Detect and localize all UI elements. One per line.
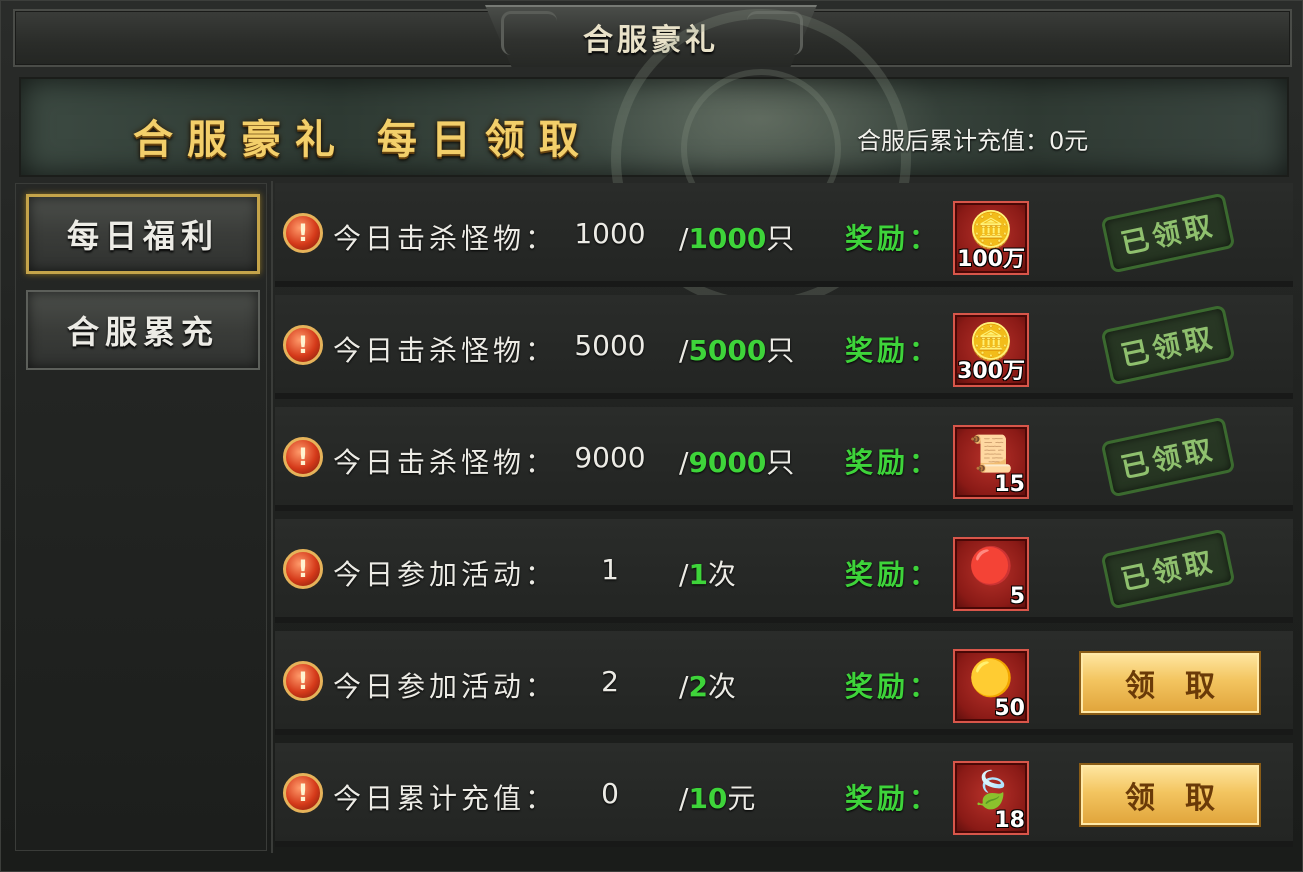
- reward-item-slot[interactable]: 🪙 100万: [953, 201, 1029, 275]
- claim-button[interactable]: 领取: [1079, 763, 1261, 827]
- task-target: /2次: [679, 665, 736, 705]
- claimed-stamp: 已领取: [1100, 528, 1236, 610]
- task-target: /1次: [679, 553, 736, 593]
- reward-label: 奖励：: [845, 334, 942, 367]
- task-current-value: 5000: [574, 329, 646, 362]
- alert-icon: !: [283, 661, 323, 701]
- alert-icon: !: [283, 325, 323, 365]
- task-row: ! 今日参加活动： 1 /1次 奖励： 🔴 5 已领取: [275, 519, 1293, 623]
- task-target: /1000只: [679, 217, 794, 257]
- task-target: /10元: [679, 777, 755, 817]
- task-list: ! 今日击杀怪物： 1000 /1000只 奖励： 🪙 100万 已领取 ! 今…: [271, 181, 1293, 853]
- reward-item-slot[interactable]: 📜 15: [953, 425, 1029, 499]
- target-unit: 次: [707, 558, 736, 591]
- task-label: 今日累计充值：: [333, 782, 558, 815]
- claimed-stamp: 已领取: [1100, 416, 1236, 498]
- alert-icon: !: [283, 549, 323, 589]
- task-current-value: 9000: [574, 441, 646, 474]
- banner-title: 合服豪礼 每日领取: [133, 117, 593, 163]
- reward-label: 奖励：: [845, 446, 942, 479]
- target-value: 2: [688, 670, 708, 703]
- reward-label: 奖励：: [845, 670, 942, 703]
- claimed-stamp: 已领取: [1100, 192, 1236, 274]
- reward-label: 奖励：: [845, 558, 942, 591]
- task-current-value: 1000: [574, 217, 646, 250]
- scroll-icon: 📜: [968, 434, 1014, 475]
- red-orb-icon: 🔴: [968, 546, 1014, 587]
- green-leaf-icon: 🍃: [968, 770, 1014, 811]
- merge-gift-panel: 合服豪礼 合服豪礼 每日领取 合服后累计充值：0元 每日福利 合服累充 ! 今日…: [0, 0, 1303, 872]
- target-value: 1000: [688, 222, 767, 255]
- reward-item-quantity: 18: [994, 808, 1025, 833]
- reward-item-quantity: 300万: [957, 359, 1025, 384]
- task-row: ! 今日击杀怪物： 5000 /5000只 奖励： 🪙 300万 已领取: [275, 295, 1293, 399]
- task-row: ! 今日击杀怪物： 9000 /9000只 奖励： 📜 15 已领取: [275, 407, 1293, 511]
- task-label: 今日击杀怪物：: [333, 446, 558, 479]
- sidebar: 每日福利 合服累充: [15, 183, 267, 851]
- target-value: 9000: [688, 446, 767, 479]
- target-unit: 只: [766, 222, 795, 255]
- reward-item-quantity: 50: [994, 696, 1025, 721]
- tab-daily-benefits[interactable]: 每日福利: [26, 194, 260, 274]
- alert-icon: !: [283, 437, 323, 477]
- task-current-value: 2: [601, 665, 619, 698]
- task-target: /5000只: [679, 329, 794, 369]
- task-label: 今日击杀怪物：: [333, 334, 558, 367]
- target-value: 1: [688, 558, 708, 591]
- task-label: 今日参加活动：: [333, 670, 558, 703]
- alert-icon: !: [283, 213, 323, 253]
- alert-icon: !: [283, 773, 323, 813]
- task-label: 今日击杀怪物：: [333, 222, 558, 255]
- task-target: /9000只: [679, 441, 794, 481]
- claim-button[interactable]: 领取: [1079, 651, 1261, 715]
- claimed-stamp: 已领取: [1100, 304, 1236, 386]
- total-recharge-stat: 合服后累计充值：0元: [857, 127, 1089, 155]
- target-value: 5000: [688, 334, 767, 367]
- target-unit: 只: [766, 334, 795, 367]
- reward-item-quantity: 100万: [957, 247, 1025, 272]
- banner: 合服豪礼 每日领取 合服后累计充值：0元: [19, 9, 1289, 309]
- target-unit: 元: [727, 782, 756, 815]
- reward-label: 奖励：: [845, 782, 942, 815]
- target-unit: 只: [766, 446, 795, 479]
- task-row: ! 今日累计充值： 0 /10元 奖励： 🍃 18 领取: [275, 743, 1293, 847]
- tab-merge-recharge[interactable]: 合服累充: [26, 290, 260, 370]
- task-row: ! 今日参加活动： 2 /2次 奖励： 🟡 50 领取: [275, 631, 1293, 735]
- reward-item-slot[interactable]: 🔴 5: [953, 537, 1029, 611]
- reward-item-quantity: 5: [1009, 584, 1025, 609]
- gold-coin-icon: 🟡: [968, 658, 1014, 699]
- task-row: ! 今日击杀怪物： 1000 /1000只 奖励： 🪙 100万 已领取: [275, 183, 1293, 287]
- reward-item-slot[interactable]: 🪙 300万: [953, 313, 1029, 387]
- reward-item-quantity: 15: [994, 472, 1025, 497]
- reward-item-slot[interactable]: 🟡 50: [953, 649, 1029, 723]
- task-current-value: 1: [601, 553, 619, 586]
- target-value: 10: [688, 782, 728, 815]
- target-unit: 次: [707, 670, 736, 703]
- reward-item-slot[interactable]: 🍃 18: [953, 761, 1029, 835]
- task-current-value: 0: [601, 777, 619, 810]
- task-label: 今日参加活动：: [333, 558, 558, 591]
- reward-label: 奖励：: [845, 222, 942, 255]
